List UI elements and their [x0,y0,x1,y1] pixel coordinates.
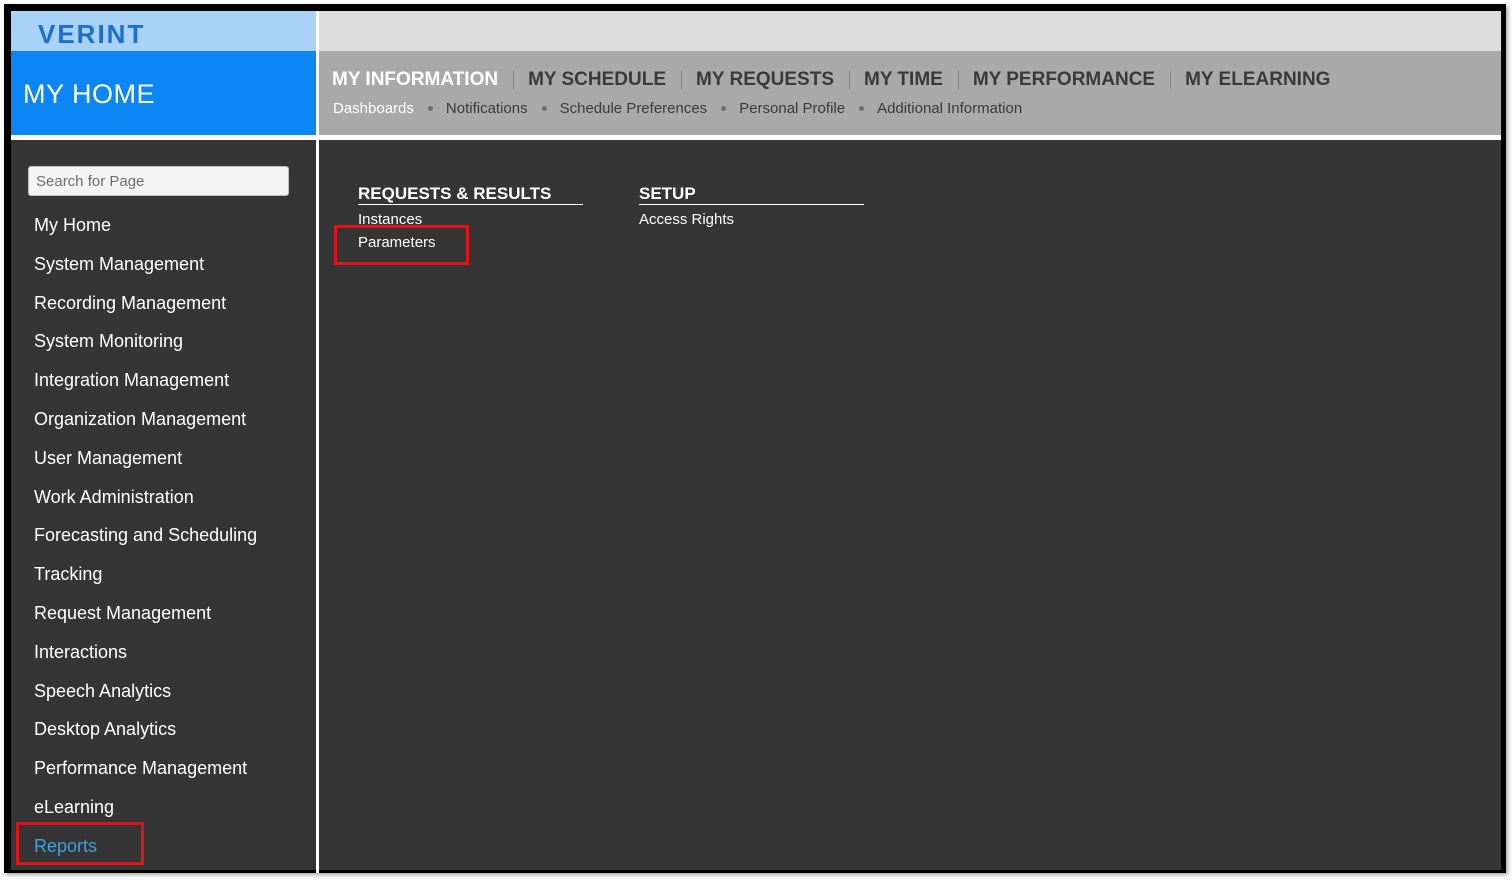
nav-my-time[interactable]: MY TIME [864,69,943,91]
sidebar-item-recording-management[interactable]: Recording Management [34,291,257,330]
nav-my-schedule[interactable]: MY SCHEDULE [528,69,666,91]
sidebar-item-desktop-analytics[interactable]: Desktop Analytics [34,717,257,756]
nav-separator [681,71,683,89]
sidebar: My Home System Management Recording Mana… [11,140,316,870]
subnav-dashboards[interactable]: Dashboards [333,100,414,117]
subnav-schedule-preferences[interactable]: Schedule Preferences [560,100,708,117]
main-content: REQUESTS & RESULTS Instances Parameters … [319,140,1501,870]
subnav-bullet [541,106,547,111]
sidebar-item-my-home[interactable]: My Home [34,213,257,252]
section-title: REQUESTS & RESULTS [358,183,583,205]
sub-nav: Dashboards Notifications Schedule Prefer… [333,100,1022,117]
sidebar-menu: My Home System Management Recording Mana… [34,213,257,873]
link-access-rights[interactable]: Access Rights [639,208,864,231]
nav-my-elearning[interactable]: MY ELEARNING [1185,69,1330,91]
main-nav: MY INFORMATION MY SCHEDULE MY REQUESTS M… [332,69,1330,91]
sidebar-item-user-management[interactable]: User Management [34,446,257,485]
subnav-bullet [721,106,727,111]
subnav-bullet [859,106,865,111]
sidebar-item-performance-management[interactable]: Performance Management [34,756,257,795]
home-header: MY HOME [11,51,316,135]
sidebar-item-system-monitoring[interactable]: System Monitoring [34,329,257,368]
sidebar-item-work-administration[interactable]: Work Administration [34,485,257,524]
highlight-box-parameters [334,225,469,265]
brand-bar: VERINT [11,11,316,51]
nav-my-information[interactable]: MY INFORMATION [332,69,498,91]
sidebar-item-tracking[interactable]: Tracking [34,562,257,601]
page-title: MY HOME [23,79,156,109]
section-setup: SETUP Access Rights [639,183,864,231]
sidebar-item-interactions[interactable]: Interactions [34,640,257,679]
search-input[interactable] [28,166,289,196]
subnav-notifications[interactable]: Notifications [446,100,528,117]
section-title: SETUP [639,183,864,205]
nav-separator [1170,71,1172,89]
sidebar-item-speech-analytics[interactable]: Speech Analytics [34,679,257,718]
sidebar-item-system-management[interactable]: System Management [34,252,257,291]
section-links: Access Rights [639,208,864,231]
sidebar-item-forecasting-and-scheduling[interactable]: Forecasting and Scheduling [34,523,257,562]
nav-separator [957,71,959,89]
subnav-additional-information[interactable]: Additional Information [877,100,1022,117]
verint-logo[interactable]: VERINT [38,19,145,50]
subnav-personal-profile[interactable]: Personal Profile [739,100,845,117]
nav-separator [849,71,850,89]
nav-my-performance[interactable]: MY PERFORMANCE [973,69,1155,91]
nav-my-requests[interactable]: MY REQUESTS [696,69,834,91]
sidebar-item-request-management[interactable]: Request Management [34,601,257,640]
nav-separator [513,71,515,89]
sidebar-item-organization-management[interactable]: Organization Management [34,407,257,446]
top-strip [319,11,1501,51]
top-navigation: MY INFORMATION MY SCHEDULE MY REQUESTS M… [319,51,1501,135]
highlight-box-reports [16,822,144,865]
subnav-bullet [427,106,433,111]
sidebar-item-integration-management[interactable]: Integration Management [34,368,257,407]
